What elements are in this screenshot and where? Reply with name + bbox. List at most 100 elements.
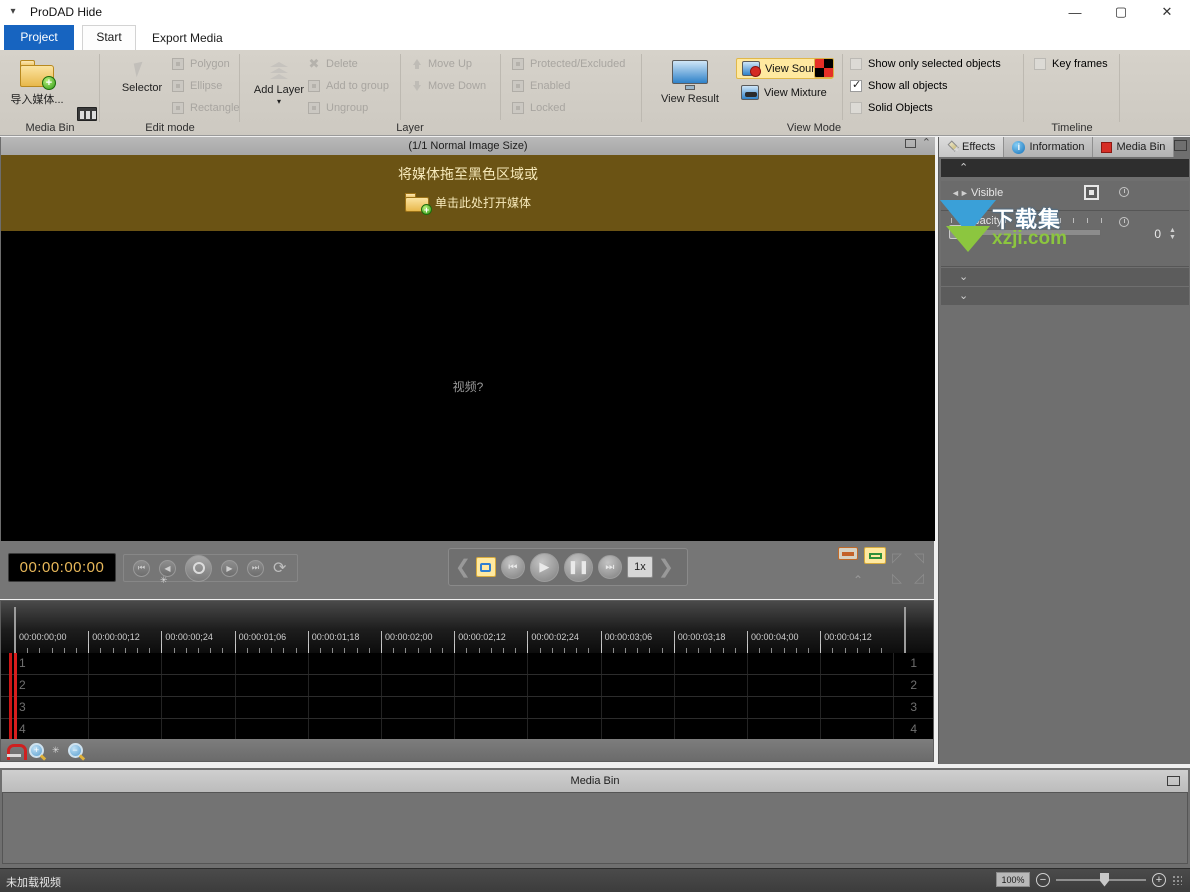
timeline-track-row[interactable]: 44 bbox=[1, 719, 933, 741]
quick-access-dropdown-icon[interactable]: ▾ bbox=[4, 3, 22, 21]
step-back-icon[interactable]: ◀ bbox=[159, 559, 176, 577]
zoom-slider-thumb[interactable] bbox=[1100, 872, 1109, 887]
zoom-in-icon[interactable]: + bbox=[29, 742, 44, 758]
layer-ungroup[interactable]: Ungroup bbox=[308, 102, 368, 114]
skip-start-icon[interactable]: ⏮ bbox=[133, 559, 150, 577]
timeline-ruler[interactable]: 00:00:00;00 00:00:00;12 00:00:00;24 00:00:0… bbox=[1, 601, 933, 653]
tab-export-media[interactable]: Export Media bbox=[140, 26, 235, 50]
import-media-button[interactable]: + 导入媒体... bbox=[6, 60, 68, 107]
skip-end-icon[interactable]: ⏭ bbox=[597, 555, 622, 579]
layer-move-up[interactable]: Move Up bbox=[412, 58, 472, 70]
checker-color-swatch[interactable] bbox=[814, 58, 834, 78]
checkbox-solid-objects[interactable]: Solid Objects bbox=[850, 102, 933, 114]
loop-icon[interactable]: ⟳ bbox=[273, 558, 286, 578]
skip-end-icon[interactable]: ⏭ bbox=[247, 559, 264, 577]
add-layer-button[interactable]: Add Layer ▾ bbox=[248, 60, 310, 106]
tool-polygon[interactable]: Polygon bbox=[172, 58, 230, 70]
layer-delete[interactable]: ✖ Delete bbox=[308, 57, 358, 70]
preview-restore-icon[interactable] bbox=[904, 139, 916, 148]
film-strip-icon[interactable] bbox=[77, 107, 97, 121]
corner-bottom-left-icon[interactable]: ◺ bbox=[892, 570, 902, 586]
tool-rectangle[interactable]: Rectangle bbox=[172, 102, 240, 114]
layer-move-down[interactable]: Move Down bbox=[412, 80, 486, 92]
open-media-link[interactable]: + 单击此处打开媒体 bbox=[1, 193, 935, 215]
right-panel-restore-icon[interactable] bbox=[1174, 140, 1187, 151]
timeline-track-row[interactable]: 22 bbox=[1, 675, 933, 697]
keyframe-clock-icon[interactable] bbox=[1119, 217, 1129, 227]
add-layer-dropdown-icon[interactable]: ▾ bbox=[248, 97, 310, 106]
layer-enabled[interactable]: Enabled bbox=[512, 80, 570, 92]
main-transport-group: ❮ ⏮ ▶ ❚❚ ⏭ 1x ❯ bbox=[448, 548, 688, 586]
media-bin-body[interactable] bbox=[2, 792, 1188, 864]
tab-media-bin[interactable]: Media Bin bbox=[1093, 137, 1175, 157]
minimize-button[interactable]: — bbox=[1052, 0, 1098, 24]
step-forward-icon[interactable]: ▶ bbox=[221, 559, 238, 577]
timeline-track-row[interactable]: 11 bbox=[1, 653, 933, 675]
zoom-out-icon[interactable]: − bbox=[1036, 872, 1050, 887]
corner-top-left-icon[interactable]: ◸ bbox=[892, 550, 902, 566]
tab-project[interactable]: Project bbox=[4, 25, 74, 50]
playhead-secondary[interactable] bbox=[9, 653, 12, 741]
folder-open-icon: + bbox=[20, 60, 56, 90]
maximize-button[interactable]: ▢ bbox=[1098, 0, 1144, 24]
corner-bottom-right-icon[interactable]: ◿ bbox=[914, 570, 924, 586]
zoom-level-value[interactable]: 100% bbox=[996, 872, 1030, 887]
tab-start[interactable]: Start bbox=[82, 25, 136, 50]
pause-icon[interactable]: ❚❚ bbox=[563, 552, 593, 582]
timeline-track-row[interactable]: 33 bbox=[1, 697, 933, 719]
timeline-tracks[interactable]: 44332211 bbox=[1, 653, 933, 741]
checkbox-show-all-objects[interactable]: Show all objects bbox=[850, 78, 948, 92]
tab-information[interactable]: i Information bbox=[1004, 137, 1094, 157]
previous-chevron-icon[interactable]: ❮ bbox=[455, 556, 471, 579]
layer-locked[interactable]: Locked bbox=[512, 102, 565, 114]
tool-ellipse[interactable]: Ellipse bbox=[172, 80, 222, 92]
section-collapse-2[interactable]: ⌄ bbox=[941, 287, 1189, 305]
opacity-value[interactable]: 0 bbox=[1154, 227, 1161, 241]
close-button[interactable]: ✕ bbox=[1144, 0, 1190, 24]
zoom-out-icon[interactable]: − bbox=[67, 742, 83, 758]
view-result-button[interactable]: View Result bbox=[654, 60, 726, 105]
opacity-spinner[interactable]: ▲ ▼ bbox=[1168, 227, 1177, 241]
timeline-panel[interactable]: 00:00:00;00 00:00:00;12 00:00:00;24 00:00:0… bbox=[0, 600, 934, 762]
visible-toggle-box[interactable] bbox=[1084, 185, 1099, 200]
preview-stage[interactable]: 视频? bbox=[1, 231, 935, 541]
timecode-display[interactable]: 00:00:00:00 bbox=[8, 553, 116, 582]
keyframe-clock-icon[interactable] bbox=[1119, 187, 1129, 197]
section-collapse-top[interactable]: ⌃ bbox=[941, 159, 1189, 177]
view-mixture-button[interactable]: View Mixture bbox=[736, 83, 832, 102]
settings-gear-icon[interactable]: ✳ bbox=[160, 575, 168, 586]
playhead[interactable] bbox=[14, 653, 17, 741]
corner-top-right-icon[interactable]: ◹ bbox=[914, 550, 924, 566]
play-icon[interactable]: ▶ bbox=[529, 552, 559, 582]
media-bin-restore-icon[interactable] bbox=[1167, 776, 1180, 786]
zoom-slider-track[interactable] bbox=[1056, 872, 1146, 887]
media-drop-zone[interactable]: 将媒体拖至黑色区域或 + 单击此处打开媒体 bbox=[1, 155, 935, 231]
checkbox-key-frames[interactable]: Key frames bbox=[1034, 58, 1108, 70]
skip-start-icon[interactable]: ⏮ bbox=[500, 555, 525, 579]
preview-collapse-icon[interactable]: ⌃ bbox=[922, 138, 931, 149]
property-row-opacity[interactable]: Opacity 0 ▲ ▼ bbox=[941, 211, 1189, 267]
record-icon[interactable] bbox=[185, 554, 212, 582]
opacity-slider-track[interactable] bbox=[951, 229, 1101, 236]
expand-caret-icon[interactable]: ⌃ bbox=[853, 573, 863, 587]
section-collapse-1[interactable]: ⌄ bbox=[941, 268, 1189, 286]
layer-add-to-group[interactable]: Add to group bbox=[308, 80, 389, 92]
zoom-in-icon[interactable]: + bbox=[1152, 872, 1166, 887]
resize-grip-icon[interactable] bbox=[1172, 874, 1182, 885]
magnet-snap-icon[interactable] bbox=[7, 743, 27, 760]
layer-protected-excluded[interactable]: Protected/Excluded bbox=[512, 58, 625, 70]
opacity-slider-thumb[interactable] bbox=[949, 225, 965, 239]
speed-selector[interactable]: 1x bbox=[626, 556, 653, 578]
checkbox-show-only-selected-objects[interactable]: Show only selected objects bbox=[850, 58, 1001, 70]
next-chevron-icon[interactable]: ❯ bbox=[658, 556, 674, 579]
playhead-ruler-marker[interactable] bbox=[14, 607, 16, 653]
timeline-tick-label: 00:00:01;06 bbox=[234, 631, 286, 644]
loop-range-icon[interactable] bbox=[475, 557, 496, 577]
property-row-visible[interactable]: ◄► Visible bbox=[941, 181, 1189, 211]
timeline-major-tick bbox=[234, 644, 236, 653]
mark-in-icon[interactable] bbox=[838, 547, 858, 560]
layer-locked-label: Locked bbox=[530, 102, 566, 114]
tab-effects[interactable]: Effects bbox=[939, 137, 1005, 157]
mark-out-icon[interactable] bbox=[864, 547, 886, 564]
selector-tool-button[interactable]: Selector bbox=[112, 60, 172, 94]
